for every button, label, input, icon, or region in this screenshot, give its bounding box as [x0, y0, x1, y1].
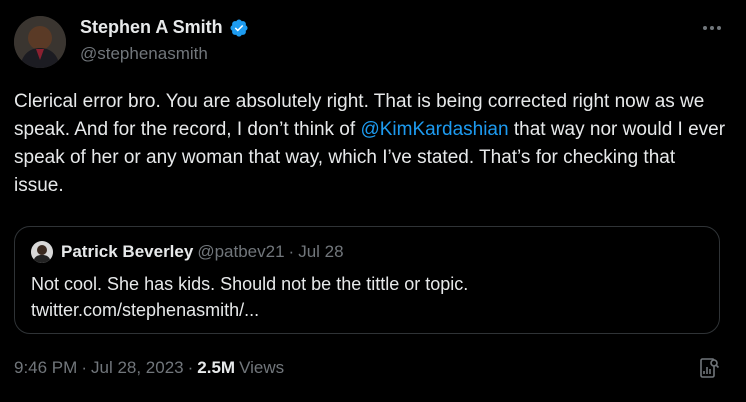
author-avatar[interactable] [14, 16, 66, 68]
quote-separator: · [288, 242, 295, 261]
quote-author-name[interactable]: Patrick Beverley [61, 242, 193, 262]
views-label: Views [239, 358, 285, 377]
quote-body: Not cool. She has kids. Should not be th… [31, 274, 469, 294]
analytics-icon[interactable] [697, 356, 721, 380]
author-handle[interactable]: @stephenasmith [80, 44, 208, 64]
quoted-tweet[interactable]: Patrick Beverley @patbev21 · Jul 28 Not … [14, 226, 720, 334]
footer-separator: · [81, 358, 87, 377]
author-name-text[interactable]: Stephen A Smith [80, 17, 223, 38]
tweet-footer: 9:46 PM · Jul 28, 2023 · 2.5M Views [14, 358, 284, 378]
mention-link[interactable]: @KimKardashian [360, 119, 508, 140]
quote-header: Patrick Beverley @patbev21 · Jul 28 [61, 242, 344, 262]
verified-badge-icon [230, 18, 248, 37]
quote-link[interactable]: twitter.com/stephenasmith/... [31, 297, 691, 323]
author-name[interactable]: Stephen A Smith [80, 17, 249, 38]
quote-author-avatar[interactable] [31, 241, 53, 263]
quote-text: Not cool. She has kids. Should not be th… [31, 271, 691, 323]
footer-dot: · [187, 358, 194, 377]
tweet-text: Clerical error bro. You are absolutely r… [14, 88, 730, 200]
tweet-date[interactable]: Jul 28, 2023 [91, 358, 184, 378]
views-count: 2.5M [197, 358, 236, 377]
more-options-icon[interactable] [698, 18, 726, 38]
quote-author-handle[interactable]: @patbev21 [197, 242, 284, 262]
quote-date[interactable]: Jul 28 [298, 242, 343, 262]
tweet-time[interactable]: 9:46 PM [14, 358, 77, 378]
